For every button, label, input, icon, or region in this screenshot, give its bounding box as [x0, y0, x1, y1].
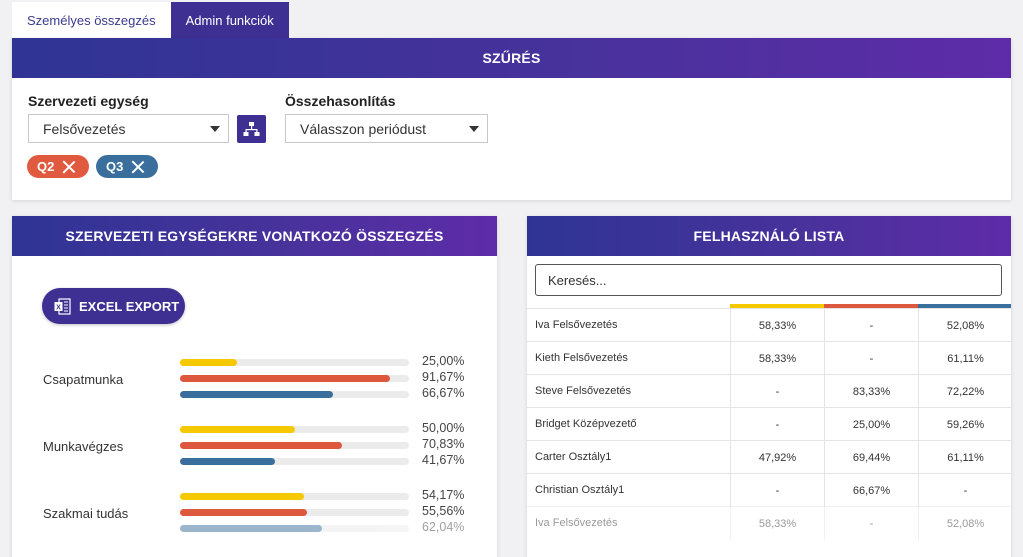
chevron-down-icon [210, 126, 220, 132]
search-placeholder: Keresés... [548, 272, 607, 288]
score-cell: - [824, 507, 918, 540]
filter-panel: SZŰRÉS Szervezeti egység Felsővezetés Ös… [12, 38, 1011, 200]
user-list-title: FELHASZNÁLÓ LISTA [527, 216, 1011, 256]
table-row[interactable]: Carter Osztály1 47,92% 69,44% 61,11% [527, 440, 1011, 474]
org-unit-value: Felsővezetés [43, 120, 126, 137]
comparison-label: Összehasonlítás [285, 93, 396, 109]
bar [180, 525, 323, 532]
bar-value-label: 54,17% [422, 488, 465, 502]
comparison-placeholder: Válasszon periódust [300, 120, 427, 137]
bar [180, 493, 305, 500]
score-cell: - [730, 474, 824, 507]
table-row[interactable]: Christian Osztály1 -66,67% - [527, 473, 1011, 507]
score-cell: 61,11% [918, 441, 1011, 474]
user-name: Bridget Középvezető [535, 418, 637, 430]
category-name: Csapatmunka [43, 372, 124, 387]
user-name: Steve Felsővezetés [535, 385, 631, 397]
score-cell: 52,08% [918, 507, 1011, 540]
score-cell: 58,33% [730, 309, 824, 342]
bar-track [180, 458, 409, 465]
score-cell: 25,00% [824, 408, 918, 441]
bar-value-label: 55,56% [422, 504, 465, 518]
category-group: Csapatmunka 25,00% 91,67% 66,67% [12, 354, 497, 404]
category-group: Szakmai tudás 54,17% 55,56% 62,04% [12, 488, 497, 538]
score-cell: 58,33% [730, 507, 824, 540]
svg-text:X: X [56, 304, 61, 311]
category-name: Munkavégzes [43, 439, 124, 454]
score-cell: 58,33% [730, 342, 824, 375]
chip-label: Q2 [37, 159, 55, 174]
score-cell: - [730, 408, 824, 441]
bar-track [180, 525, 409, 532]
table-row[interactable]: Kieth Felsővezetés 58,33% -61,11% [527, 341, 1011, 375]
user-name: Carter Osztály1 [535, 451, 612, 463]
user-list-panel: FELHASZNÁLÓ LISTA Keresés... Iva Felsőve… [527, 216, 1011, 557]
bar-track [180, 493, 409, 500]
chip-q2[interactable]: Q2 [27, 155, 89, 178]
close-icon[interactable] [62, 160, 76, 174]
chevron-down-icon [469, 126, 479, 132]
bar-track [180, 359, 409, 366]
excel-icon: X [54, 297, 71, 315]
score-cell: 59,26% [918, 408, 1011, 441]
bar-track [180, 442, 409, 449]
bar-track [180, 391, 409, 398]
excel-export-button[interactable]: X EXCEL EXPORT [42, 288, 185, 324]
table-row[interactable]: Iva Felsővezetés 58,33% -52,08% [527, 506, 1011, 540]
score-cell: 83,33% [824, 375, 918, 408]
tab-bar: Személyes összegzés Admin funkciók [12, 2, 289, 38]
table-row[interactable]: Bridget Középvezető -25,00% 59,26% [527, 407, 1011, 441]
bar-value-label: 91,67% [422, 370, 465, 384]
bar [180, 375, 390, 382]
chip-label: Q3 [106, 159, 124, 174]
score-cell: - [824, 309, 918, 342]
user-name: Iva Felsővezetés [535, 517, 618, 529]
excel-export-label: EXCEL EXPORT [79, 298, 180, 314]
comparison-select[interactable]: Válasszon periódust [285, 114, 488, 143]
table-row[interactable]: Iva Felsővezetés 58,33% -52,08% [527, 308, 1011, 342]
score-cell: 72,22% [918, 375, 1011, 408]
score-cell: 47,92% [730, 441, 824, 474]
org-unit-select[interactable]: Felsővezetés [28, 114, 229, 143]
user-name: Iva Felsővezetés [535, 319, 618, 331]
bar-value-label: 70,83% [422, 437, 465, 451]
org-chart-icon [243, 121, 260, 136]
bar [180, 509, 308, 516]
table-row[interactable]: Steve Felsővezetés -83,33% 72,22% [527, 374, 1011, 408]
score-cell: 66,67% [824, 474, 918, 507]
bar [180, 359, 238, 366]
org-unit-label: Szervezeti egység [28, 93, 149, 109]
filter-title: SZŰRÉS [12, 38, 1011, 78]
bar-value-label: 50,00% [422, 421, 465, 435]
bar [180, 391, 333, 398]
score-cell: 61,11% [918, 342, 1011, 375]
search-input[interactable]: Keresés... [535, 264, 1002, 296]
score-cell: - [824, 342, 918, 375]
bar [180, 458, 276, 465]
org-chart-button[interactable] [237, 115, 266, 143]
user-name: Christian Osztály1 [535, 484, 625, 496]
tab-admin-functions[interactable]: Admin funkciók [170, 2, 289, 38]
category-group: Munkavégzes 50,00% 70,83% 41,67% [12, 421, 497, 471]
close-icon[interactable] [131, 160, 145, 174]
summary-title: SZERVEZETI EGYSÉGEKRE VONATKOZÓ ÖSSZEGZÉ… [12, 216, 497, 256]
bar [180, 442, 343, 449]
chip-q3[interactable]: Q3 [96, 155, 158, 178]
bar [180, 426, 295, 433]
category-name: Szakmai tudás [43, 506, 129, 521]
score-cell: - [918, 474, 1011, 507]
tab-personal-summary[interactable]: Személyes összegzés [12, 2, 171, 38]
bar-value-label: 41,67% [422, 453, 465, 467]
org-summary-panel: SZERVEZETI EGYSÉGEKRE VONATKOZÓ ÖSSZEGZÉ… [12, 216, 497, 557]
score-cell: - [730, 375, 824, 408]
score-cell: 52,08% [918, 309, 1011, 342]
bar-track [180, 375, 409, 382]
bar-value-label: 25,00% [422, 354, 465, 368]
bar-track [180, 426, 409, 433]
user-name: Kieth Felsővezetés [535, 352, 628, 364]
bar-track [180, 509, 409, 516]
score-cell: 69,44% [824, 441, 918, 474]
bar-value-label: 62,04% [422, 520, 465, 534]
bar-value-label: 66,67% [422, 386, 465, 400]
